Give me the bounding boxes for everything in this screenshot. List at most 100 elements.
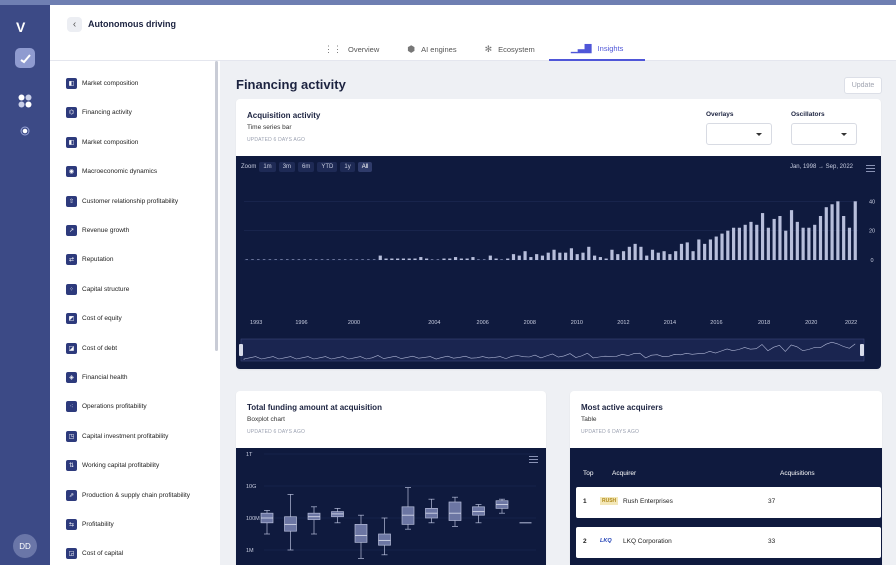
bar[interactable] (477, 259, 480, 260)
bar[interactable] (500, 259, 503, 260)
tab-overview[interactable]: ⋮⋮ Overview (310, 37, 393, 61)
tab-ecosystem[interactable]: ✻ Ecosystem (471, 37, 549, 61)
bar[interactable] (280, 259, 283, 260)
bar[interactable] (546, 252, 550, 260)
bar[interactable] (494, 258, 498, 260)
bar[interactable] (778, 216, 782, 260)
app-logo[interactable]: V (16, 19, 25, 35)
bar[interactable] (517, 255, 521, 260)
bar[interactable] (523, 251, 527, 260)
bar[interactable] (784, 230, 788, 260)
navigator-right-handle[interactable] (860, 344, 864, 356)
bar[interactable] (540, 255, 545, 260)
sidebar-item[interactable]: ◲ Cost of capital (66, 548, 123, 560)
bar[interactable] (285, 259, 289, 260)
bar[interactable] (453, 257, 458, 260)
bar[interactable] (755, 224, 759, 260)
back-button[interactable]: ‹ (67, 17, 82, 32)
sidebar-item[interactable]: ↗ Revenue growth (66, 225, 129, 236)
bar[interactable] (708, 239, 713, 260)
table-row[interactable]: 2 LKQ LKQ Corporation 33 (576, 527, 881, 558)
bar[interactable] (268, 259, 272, 260)
bar[interactable] (448, 258, 452, 260)
bar[interactable] (482, 259, 486, 260)
bar[interactable] (430, 259, 434, 260)
bar[interactable] (274, 259, 277, 260)
bar[interactable] (529, 257, 533, 260)
bar[interactable] (552, 249, 556, 260)
bar[interactable] (569, 248, 574, 260)
bar[interactable] (407, 258, 411, 260)
box[interactable] (378, 533, 391, 546)
bar[interactable] (813, 224, 817, 260)
sidebar-item[interactable]: ◧ Market composition (66, 78, 138, 89)
bar[interactable] (343, 259, 347, 260)
bar[interactable] (332, 259, 335, 260)
bar[interactable] (262, 259, 266, 260)
dot-icon[interactable] (15, 121, 35, 141)
bar[interactable] (459, 258, 463, 260)
bar[interactable] (442, 258, 446, 260)
bar[interactable] (598, 257, 602, 260)
sidebar-item[interactable]: ◈ Financial health (66, 372, 128, 383)
bar[interactable] (592, 255, 597, 260)
sidebar-item[interactable]: ◳ Capital investment profitability (66, 430, 168, 442)
sidebar-item[interactable]: ◪ Cost of debt (66, 342, 117, 354)
bar[interactable] (627, 246, 631, 260)
bar[interactable] (401, 258, 406, 260)
bar[interactable] (668, 254, 672, 260)
sidebar-item[interactable]: ⇅ Working capital profitability (66, 460, 159, 472)
bar[interactable] (830, 204, 834, 260)
bar[interactable] (674, 251, 678, 260)
table-row[interactable]: 1 RUSH Rush Enterprises 37 (576, 487, 881, 518)
bar[interactable] (662, 251, 666, 260)
bar[interactable] (425, 258, 429, 260)
bar[interactable] (824, 207, 828, 260)
sidebar-item[interactable]: ◧ Market composition (66, 136, 138, 148)
bar[interactable] (320, 259, 324, 260)
bar[interactable] (720, 233, 724, 260)
bar[interactable] (367, 259, 370, 260)
bar[interactable] (633, 243, 637, 260)
bar[interactable] (836, 201, 840, 260)
bar[interactable] (697, 239, 701, 260)
sidebar-scrollbar[interactable] (215, 61, 218, 351)
range-navigator[interactable] (240, 338, 865, 362)
bar[interactable] (818, 216, 823, 260)
bar[interactable] (303, 259, 306, 260)
update-button[interactable]: Update (844, 77, 882, 94)
tab-ai-engines[interactable]: ⬢ AI engines (393, 37, 470, 61)
bar[interactable] (726, 230, 730, 260)
sidebar-item[interactable]: ⁘ Capital structure (66, 283, 129, 295)
sidebar-item[interactable]: ⌬ Financing activity (66, 107, 132, 119)
bar[interactable] (390, 258, 394, 260)
bar[interactable] (691, 251, 695, 260)
box[interactable] (472, 506, 485, 516)
bar[interactable] (535, 254, 539, 260)
bar[interactable] (587, 246, 591, 260)
bar[interactable] (297, 259, 301, 260)
sidebar-item[interactable]: ⁖ Operations profitability (66, 401, 147, 413)
bar[interactable] (685, 242, 689, 260)
bar[interactable] (355, 259, 359, 260)
apps-icon[interactable] (15, 91, 35, 111)
bar[interactable] (564, 252, 568, 260)
bar[interactable] (309, 259, 312, 260)
bar[interactable] (251, 259, 254, 260)
bar[interactable] (506, 258, 510, 260)
bar[interactable] (847, 227, 852, 260)
bar[interactable] (419, 257, 423, 260)
bar[interactable] (645, 255, 649, 260)
sidebar-item[interactable]: ⇆ Profitability (66, 519, 114, 530)
bar[interactable] (338, 259, 341, 260)
bar[interactable] (314, 259, 318, 260)
bar[interactable] (621, 251, 626, 260)
bar[interactable] (737, 227, 741, 260)
bar[interactable] (396, 258, 400, 260)
bar[interactable] (853, 201, 857, 260)
bar[interactable] (575, 254, 579, 260)
bar[interactable] (760, 213, 765, 260)
box[interactable] (354, 524, 368, 543)
bar[interactable] (639, 246, 643, 260)
sidebar-item[interactable]: ⇧ Customer relationship profitability (66, 195, 178, 207)
